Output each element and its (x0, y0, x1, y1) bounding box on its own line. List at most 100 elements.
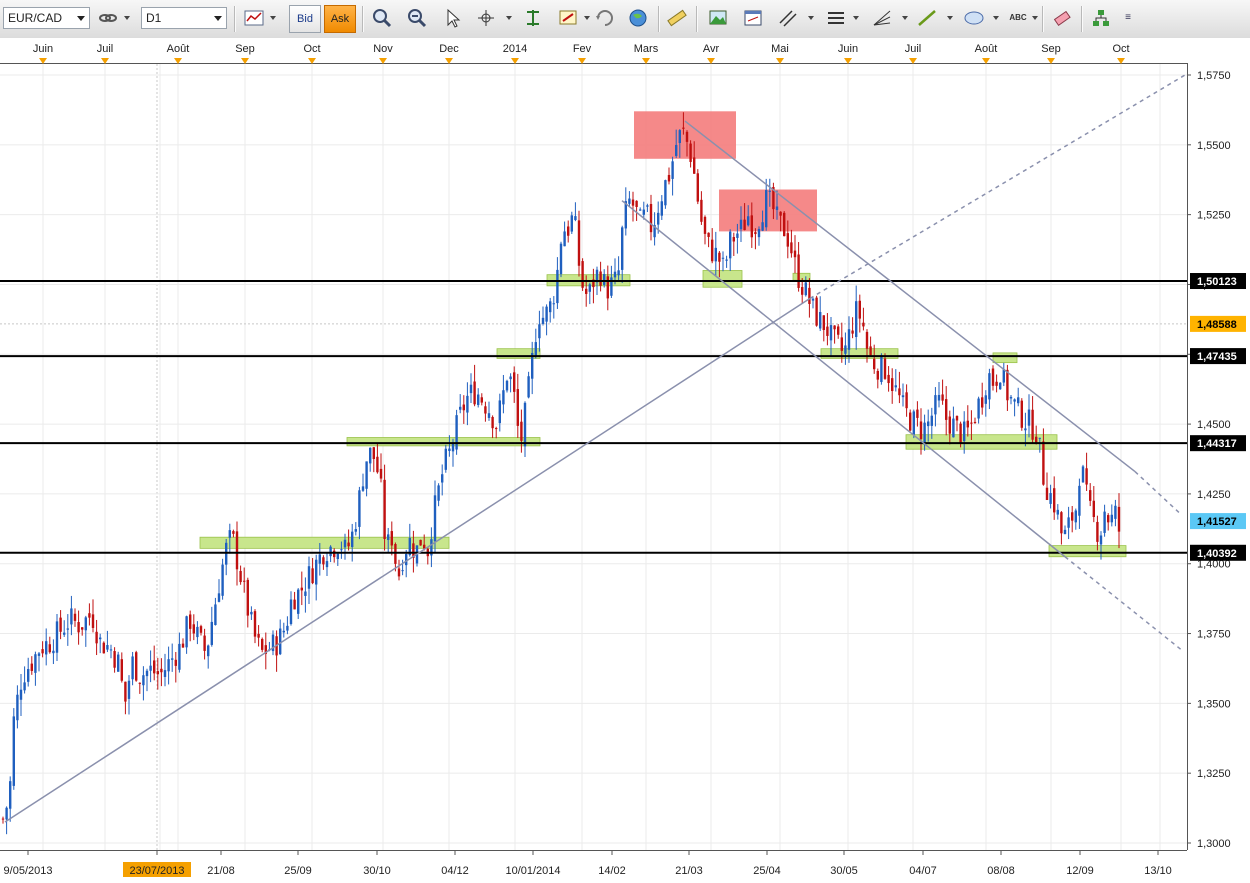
candle-bear (873, 358, 876, 370)
hierarchy-icon[interactable] (1089, 6, 1113, 30)
timeframe-select[interactable]: D1 (141, 7, 227, 29)
candle-bull (963, 421, 966, 442)
globe-icon[interactable] (626, 6, 650, 30)
candle-bull (469, 384, 473, 394)
overflow-menu-icon[interactable]: ≡ (1120, 6, 1136, 30)
candle-bear (153, 660, 156, 674)
candle-bull (1024, 428, 1027, 431)
link-dropdown-icon[interactable] (124, 16, 130, 20)
text-tool-icon[interactable]: ABC (1006, 6, 1030, 30)
candle-bear (88, 613, 91, 618)
trendline-icon[interactable] (915, 6, 939, 30)
candle-bear (750, 215, 753, 238)
horizontal-lines-dropdown-icon[interactable] (853, 16, 859, 20)
chart-type-icon[interactable] (242, 6, 266, 30)
candle-bull (819, 312, 822, 329)
candle-bear (419, 539, 422, 546)
candle-bull (448, 448, 451, 451)
window-icon[interactable] (741, 6, 765, 30)
support-zone[interactable] (702, 270, 743, 288)
candle-bull (142, 675, 145, 686)
candle-bull (502, 390, 505, 405)
toolbar-divider (234, 6, 236, 32)
candle-bull (541, 317, 545, 324)
date-label: 12/09 (1066, 865, 1094, 877)
candle-bear (48, 644, 51, 653)
candle-bear (199, 626, 203, 633)
trendline-extension[interactable] (809, 74, 1186, 300)
candle-bear (635, 200, 638, 207)
refresh-icon[interactable] (593, 6, 617, 30)
candle-bear (484, 406, 487, 414)
link-icon[interactable] (96, 6, 120, 30)
candle-bear (246, 579, 249, 616)
fan-icon[interactable] (870, 6, 894, 30)
support-zone[interactable] (346, 437, 541, 447)
candle-bear (577, 220, 581, 266)
trendline-extension[interactable] (1064, 556, 1183, 651)
candle-bear (390, 531, 393, 546)
ask-button[interactable]: Ask (324, 5, 356, 33)
crosshair-dropdown-icon[interactable] (506, 16, 512, 20)
candle-bear (462, 404, 465, 411)
ellipse-dropdown-icon[interactable] (993, 16, 999, 20)
candle-bear (783, 212, 786, 237)
candle-bear (743, 219, 746, 231)
lines-dropdown-icon[interactable] (808, 16, 814, 20)
eraser-icon[interactable] (1050, 6, 1074, 30)
price-label: 1,40392 (1197, 548, 1237, 560)
candle-bull (343, 539, 347, 548)
candle-bear (189, 614, 192, 629)
candle-bull (99, 637, 102, 640)
candle-bull (55, 621, 59, 653)
cursor-icon[interactable] (440, 6, 464, 30)
support-zone[interactable] (792, 272, 811, 281)
price-chart[interactable]: Juin Juil Août Sep Oct Nov Dec 2014 Fev Mars Avr Ma… (0, 38, 1250, 883)
candle-bull (286, 625, 289, 631)
candle-bull (664, 180, 667, 206)
ellipse-icon[interactable] (962, 6, 986, 30)
text-tool-dropdown-icon[interactable] (1032, 16, 1038, 20)
fan-dropdown-icon[interactable] (902, 16, 908, 20)
zoom-out-icon[interactable] (405, 6, 429, 30)
trendline[interactable] (621, 200, 1066, 558)
candle-bear (682, 127, 685, 129)
candle-bull (617, 270, 620, 276)
template-icon[interactable] (556, 6, 580, 30)
trendline-dropdown-icon[interactable] (947, 16, 953, 20)
candle-bear (851, 330, 854, 334)
candle-bear (156, 671, 159, 675)
resistance-zone[interactable] (719, 189, 817, 232)
price-tick-label: 1,3750 (1197, 629, 1231, 641)
chart-type-dropdown-icon[interactable] (270, 16, 276, 20)
trendline-extension[interactable] (1134, 471, 1181, 515)
horizontal-lines-icon[interactable] (824, 6, 848, 30)
trendline[interactable] (4, 297, 811, 823)
lines-icon[interactable] (776, 6, 800, 30)
candle-bull (880, 355, 883, 383)
candle-bear (801, 287, 804, 295)
candle-bear (966, 420, 969, 428)
candle-bear (160, 668, 163, 673)
chevron-down-icon (77, 16, 85, 21)
crosshair-icon[interactable] (474, 6, 498, 30)
candle-bull (210, 621, 213, 645)
indicators-icon[interactable] (521, 6, 545, 30)
candle-bull (1049, 493, 1052, 504)
template-dropdown-icon[interactable] (584, 16, 590, 20)
bid-button[interactable]: Bid (289, 5, 321, 33)
candle-bull (70, 608, 73, 625)
zoom-in-icon[interactable] (370, 6, 394, 30)
ruler-icon[interactable] (665, 6, 689, 30)
picture-icon[interactable] (706, 6, 730, 30)
candle-bear (293, 599, 296, 610)
candle-bear (491, 416, 494, 429)
candle-bear (567, 226, 570, 236)
candle-bull (214, 604, 217, 626)
month-label: Sep (1041, 43, 1061, 55)
resistance-zone[interactable] (634, 111, 736, 159)
candle-bear (300, 587, 303, 591)
support-zone[interactable] (1048, 545, 1127, 558)
symbol-select[interactable]: EUR/CAD (3, 7, 90, 29)
support-zone[interactable] (992, 352, 1018, 364)
